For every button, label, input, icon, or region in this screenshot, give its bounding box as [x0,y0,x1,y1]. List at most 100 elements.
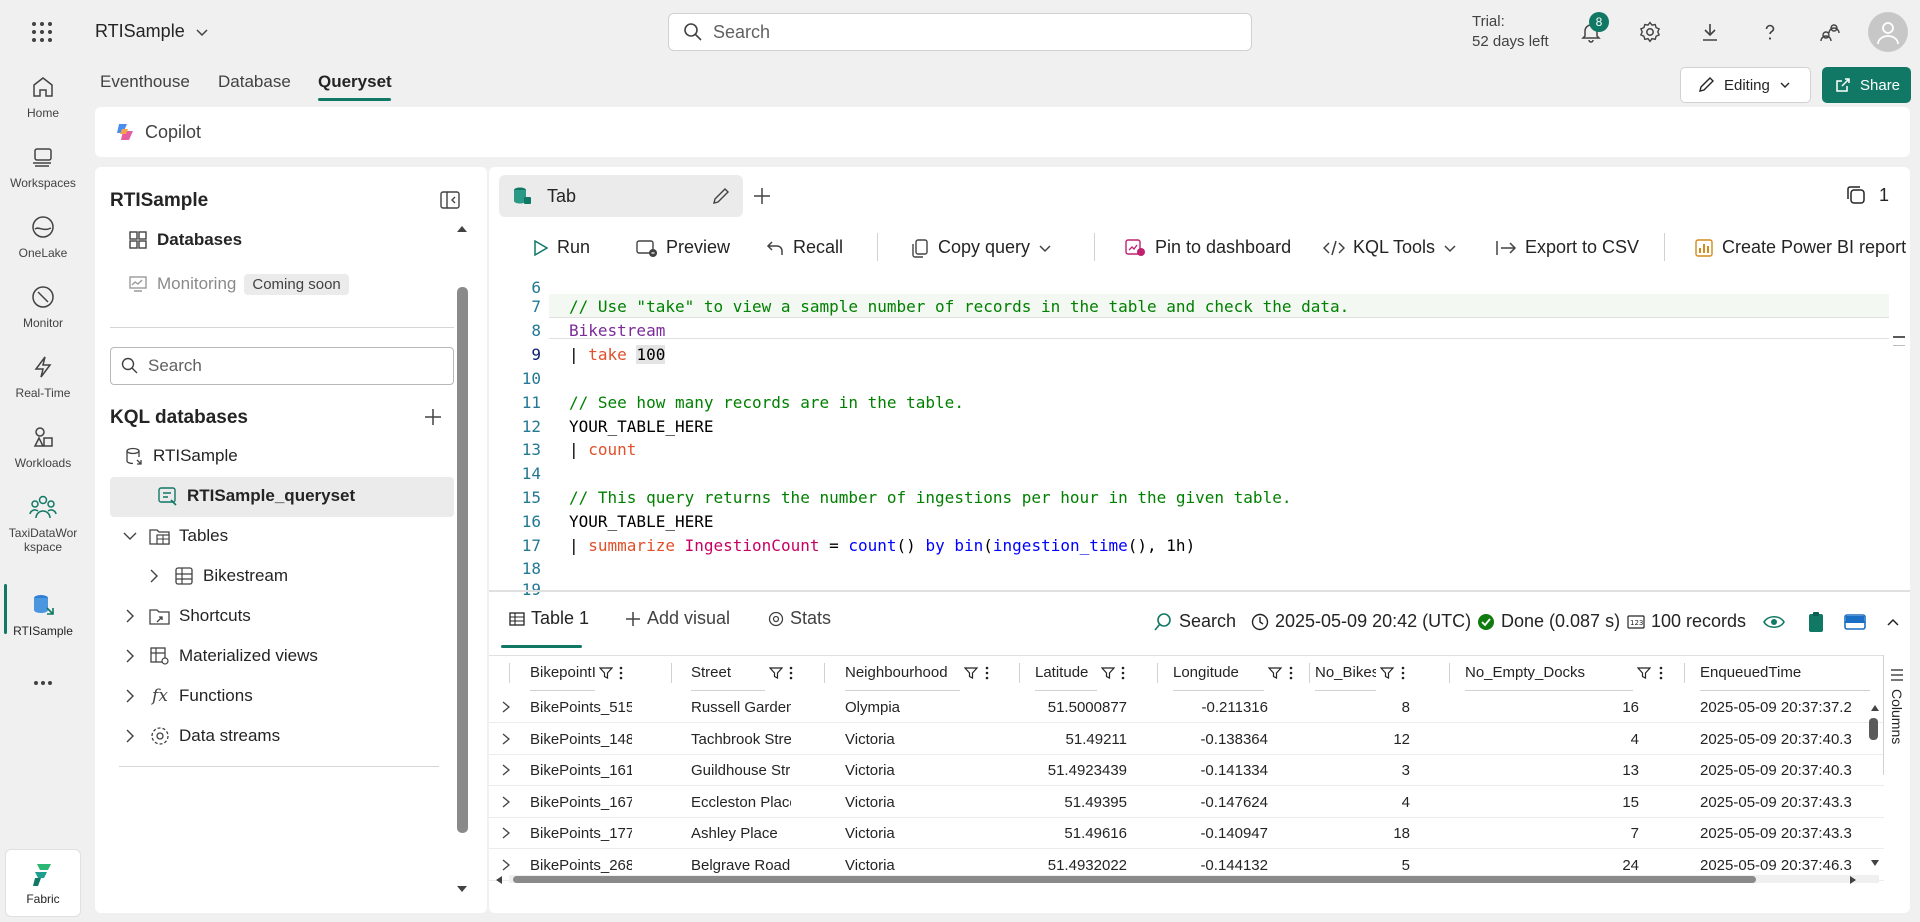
grid-scroll-up-icon[interactable] [1870,704,1880,712]
copy-results-button[interactable] [1807,611,1825,633]
column-header-enqueuedtime[interactable]: EnqueuedTime [1700,655,1870,691]
nav-monitor[interactable]: Monitor [0,282,86,330]
toggle-visibility-button[interactable] [1763,614,1785,630]
nav-home[interactable]: Home [0,72,86,120]
column-menu-icon[interactable] [985,666,989,680]
nav-more[interactable] [0,668,86,702]
column-header-bikepointid[interactable]: BikepointID [530,655,595,691]
nav-onelake[interactable]: OneLake [0,212,86,260]
layout-toggle-button[interactable] [1844,614,1866,630]
table-row[interactable]: BikePoints_515 Russell Gardens Olympia 51.5… [489,692,1884,723]
export-csv-button[interactable]: Export to CSV [1495,237,1639,258]
column-header-longitude[interactable]: Longitude [1173,655,1264,691]
column-resize-handle[interactable] [1309,663,1310,683]
tab-queryset[interactable]: Queryset [318,72,392,92]
table-row[interactable]: BikePoints_167 Eccleston Place Victoria 51.… [489,787,1884,818]
tree-materialized-views[interactable]: Materialized views [119,645,318,667]
column-menu-icon[interactable] [1659,666,1663,680]
copilot-bar[interactable]: Copilot [95,107,1910,157]
add-visual-button[interactable]: Add visual [625,608,730,629]
avatar[interactable] [1868,12,1908,52]
add-database-button[interactable] [423,407,443,427]
columns-side-panel[interactable]: Columns [1883,655,1910,775]
column-menu-icon[interactable] [619,666,623,680]
grid-vertical-scrollbar[interactable] [1869,718,1878,740]
add-tab-button[interactable] [752,186,772,206]
tree-data-streams[interactable]: Data streams [119,725,280,747]
app-launcher-icon[interactable] [28,18,56,46]
nav-workspaces[interactable]: Workspaces [0,142,86,190]
nav-taxidataworkspace[interactable]: TaxiDataWor kspace [0,492,86,554]
expand-row-chevron-right-icon[interactable] [501,859,511,871]
kql-tools-button[interactable]: KQL Tools [1323,237,1457,258]
explorer-search-input[interactable]: Search [110,347,454,385]
tree-shortcuts[interactable]: Shortcuts [119,605,251,627]
editor-results-splitter[interactable] [489,590,1910,592]
run-button[interactable]: Run [531,237,590,258]
column-menu-icon[interactable] [789,666,793,680]
table-row[interactable]: BikePoints_161 Guildhouse Street Victoria 5… [489,755,1884,786]
expand-row-chevron-right-icon[interactable] [501,701,511,713]
pin-to-dashboard-button[interactable]: Pin to dashboard [1125,237,1291,258]
tree-bikestream[interactable]: Bikestream [143,565,288,587]
copy-query-button[interactable]: Copy query [910,237,1052,258]
download-button[interactable] [1695,17,1725,47]
tree-db-rtisample[interactable]: RTISample [123,445,238,467]
tab-database[interactable]: Database [218,72,291,92]
kql-editor[interactable]: 6 7 8 9 10 11 12 13 14 15 16 17 18 19 //… [489,275,1910,599]
editing-mode-button[interactable]: Editing [1680,67,1811,103]
column-header-street[interactable]: Street [691,655,765,691]
grid-scroll-down-icon[interactable] [1870,859,1880,867]
collapse-results-button[interactable] [1886,616,1900,630]
create-power-bi-report-button[interactable]: Create Power BI report [1694,237,1906,258]
results-tab-table-1[interactable]: Table 1 [509,608,589,629]
expand-row-chevron-right-icon[interactable] [501,733,511,745]
grid-scroll-right-icon[interactable] [1849,875,1857,885]
feedback-button[interactable] [1815,17,1845,47]
settings-button[interactable] [1635,17,1665,47]
table-row[interactable]: BikePoints_148 Tachbrook Street Victoria 51… [489,724,1884,755]
scroll-up-arrow-icon[interactable] [456,225,468,233]
column-header-latitude[interactable]: Latitude [1035,655,1097,691]
column-menu-icon[interactable] [1401,666,1405,680]
databases-item[interactable]: Databases [127,229,242,251]
help-button[interactable] [1755,17,1785,47]
tree-tables[interactable]: Tables [119,525,228,547]
column-resize-handle[interactable] [509,663,510,683]
column-resize-handle[interactable] [671,663,672,683]
fabric-switcher[interactable]: Fabric [5,849,81,917]
nav-workloads[interactable]: Workloads [0,422,86,470]
column-resize-handle[interactable] [1019,663,1020,683]
scroll-down-arrow-icon[interactable] [456,885,468,893]
nav-rtisample[interactable]: RTISample [0,590,86,638]
stats-tab[interactable]: Stats [768,608,831,629]
column-resize-handle[interactable] [1449,663,1450,683]
global-search-input[interactable]: Search [668,13,1252,51]
workspace-switcher[interactable]: RTISample [95,21,209,42]
grid-scroll-left-icon[interactable] [495,875,503,885]
tab-eventhouse[interactable]: Eventhouse [100,72,190,92]
expand-row-chevron-right-icon[interactable] [501,764,511,776]
column-header-no-bikes[interactable]: No_Bikes [1315,655,1376,691]
table-row[interactable]: BikePoints_177 Ashley Place Victoria 51.496… [489,818,1884,849]
explorer-scrollbar[interactable] [457,287,468,833]
filter-icon[interactable] [1380,666,1394,680]
filter-icon[interactable] [1101,666,1115,680]
filter-icon[interactable] [964,666,978,680]
grid-horizontal-scroll-thumb[interactable] [513,876,1756,883]
rename-tab-pencil-icon[interactable] [711,186,731,206]
tree-functions[interactable]: fx Functions [119,685,253,707]
expand-row-chevron-right-icon[interactable] [501,796,511,808]
filter-icon[interactable] [1637,666,1651,680]
column-menu-icon[interactable] [1289,666,1293,680]
column-resize-handle[interactable] [824,663,825,683]
query-tab[interactable]: Tab [499,175,743,217]
filter-icon[interactable] [599,666,613,680]
collapse-panel-button[interactable] [440,191,460,209]
column-header-neighbourhood[interactable]: Neighbourhood [845,655,960,691]
filter-icon[interactable] [769,666,783,680]
share-button[interactable]: Share [1822,67,1911,103]
column-menu-icon[interactable] [1121,666,1125,680]
preview-button[interactable]: Preview [636,237,730,258]
nav-realtime[interactable]: Real-Time [0,352,86,400]
